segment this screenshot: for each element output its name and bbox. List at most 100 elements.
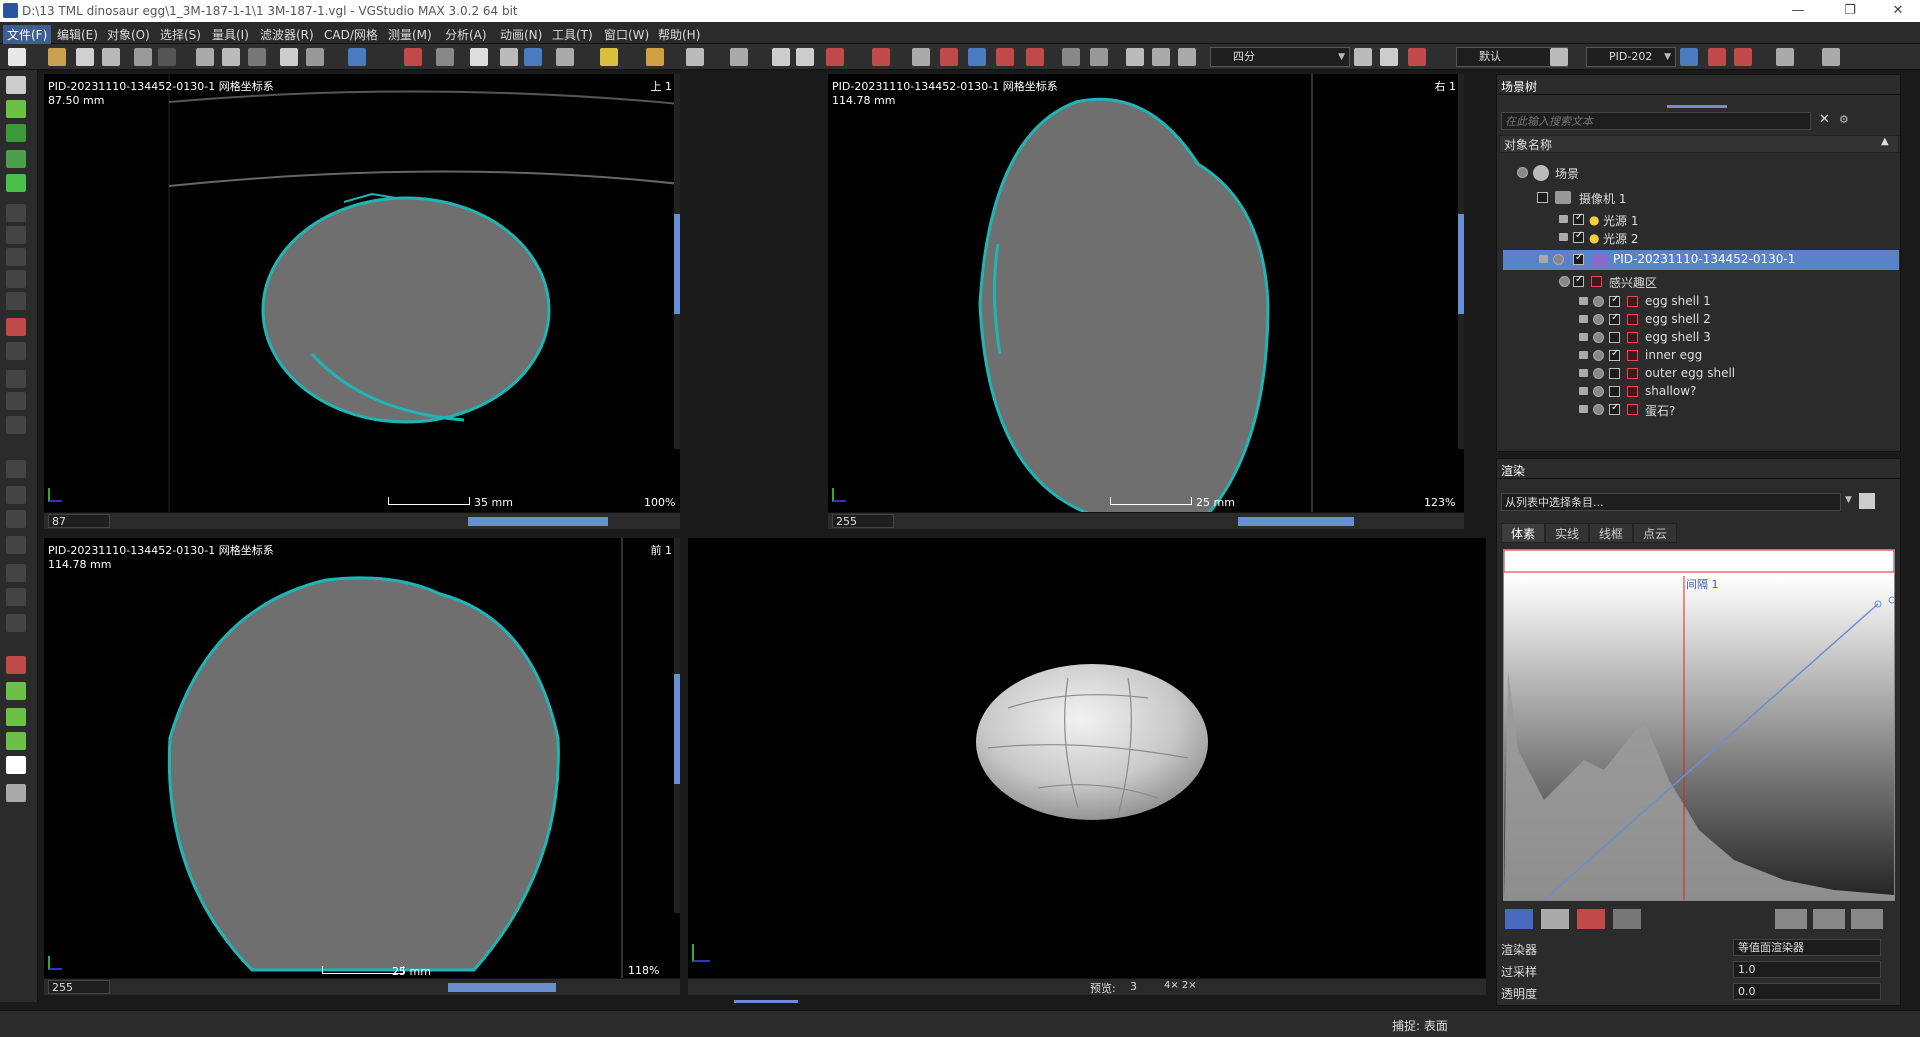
visibility-checkbox[interactable] [1537,192,1548,203]
cube-icon[interactable] [912,48,930,66]
settings-icon[interactable] [1822,48,1840,66]
split-view-icon[interactable] [1354,48,1372,66]
viewport-3d[interactable] [688,538,1486,978]
tree-item-volume[interactable]: PID-20231110-134452-0130-1 [1503,250,1899,270]
tool-icon[interactable] [6,270,26,288]
lock-icon[interactable] [1579,351,1588,359]
menu-cad-mesh[interactable]: CAD/网格 [320,25,382,44]
menu-measure[interactable]: 测量(M) [384,25,436,44]
visibility-icon[interactable] [1593,404,1604,415]
roi-tool-icon[interactable] [6,318,26,336]
rotate-icon[interactable] [280,48,298,66]
multiplier-label[interactable]: 4× 2× [1164,980,1197,991]
triangle-icon[interactable] [1408,48,1426,66]
object-select[interactable]: PID-202 ▼ [1586,47,1676,67]
slice-slider[interactable] [468,517,608,526]
copy-icon[interactable] [222,48,240,66]
render-preset-select[interactable]: 从列表中选择条目... [1501,493,1841,511]
visibility-checkbox[interactable] [1609,386,1620,397]
lock-icon[interactable] [1539,255,1548,263]
save-as-icon[interactable] [102,48,120,66]
list-icon[interactable] [1775,909,1807,929]
tool-icon[interactable] [6,342,26,360]
slice-slider[interactable] [448,983,556,992]
menu-window[interactable]: 窗口(W) [600,25,653,44]
marker-icon[interactable] [1026,48,1044,66]
visibility-icon[interactable] [1593,386,1604,397]
fill-icon[interactable] [6,732,26,750]
histogram-icon[interactable] [1126,48,1144,66]
menu-animation[interactable]: 动画(N) [496,25,546,44]
close-button[interactable]: ✕ [1878,2,1918,20]
visibility-checkbox[interactable] [1609,368,1620,379]
white-swatch-icon[interactable] [6,756,26,774]
column-header[interactable]: 对象名称 [1499,135,1899,153]
rect-select-icon[interactable] [6,124,26,142]
search-input[interactable]: 在此输入搜索文本 [1501,112,1811,130]
visibility-checkbox[interactable] [1573,274,1584,287]
distance-icon[interactable] [556,48,574,66]
menu-select[interactable]: 选择(S) [156,25,205,44]
select-tool-icon[interactable] [600,48,618,66]
light-icon[interactable] [646,48,664,66]
tree-item-scene[interactable]: 场景 [1503,165,1883,181]
tool-icon[interactable] [6,486,26,504]
tree-item-roi[interactable]: inner egg [1503,348,1883,364]
save-preset-icon[interactable] [1859,493,1875,509]
tool-icon[interactable] [6,226,26,244]
tree-item-camera[interactable]: 摄像机 1 [1503,190,1883,206]
tree-item-roi[interactable]: egg shell 1 [1503,294,1883,310]
sort-icon[interactable]: ▲ [1881,136,1889,147]
menu-object[interactable]: 对象(O) [103,25,154,44]
magic-wand-icon[interactable] [6,150,26,168]
gear-icon[interactable] [1090,48,1108,66]
swap-icon[interactable] [1851,909,1883,929]
cube-select-icon[interactable] [6,174,26,192]
tool-icon[interactable] [6,292,26,310]
preview-value[interactable]: 3 [1130,980,1137,993]
tree-item-roi[interactable]: 蛋石? [1503,402,1883,418]
tool-icon[interactable] [6,370,26,388]
visibility-checkbox[interactable] [1609,312,1620,325]
measure-icon[interactable] [404,48,422,66]
gradient-icon[interactable] [1613,909,1641,929]
roi-icon[interactable] [1734,48,1752,66]
tool-icon[interactable] [6,204,26,222]
single-view-icon[interactable] [1380,48,1398,66]
paste-icon[interactable] [248,48,266,66]
visibility-icon[interactable] [1559,276,1570,287]
visibility-icon[interactable] [1517,167,1528,178]
slice-input[interactable]: 255 [832,514,894,528]
panel-resize-handle[interactable] [734,1000,798,1003]
visibility-icon[interactable] [1593,296,1604,307]
menu-help[interactable]: 帮助(H) [654,25,704,44]
save-icon[interactable] [76,48,94,66]
lock-icon[interactable] [1559,215,1568,223]
lock-icon[interactable] [1579,387,1588,395]
tree-item-roi-group[interactable]: 感兴趣区 [1503,274,1883,290]
visibility-checkbox[interactable] [1609,402,1620,415]
redo-icon[interactable] [158,48,176,66]
annotation-icon[interactable] [436,48,454,66]
visibility-checkbox[interactable] [1609,332,1620,343]
slice-slider[interactable] [1238,517,1354,526]
tool-icon[interactable] [6,510,26,528]
pin-icon[interactable] [1550,48,1568,66]
angle-icon[interactable] [730,48,748,66]
move-icon[interactable] [306,48,324,66]
menu-gauge[interactable]: 量具(I) [208,25,253,44]
tool-icon[interactable] [6,614,26,632]
restore-button[interactable]: ❐ [1830,2,1870,20]
viewport-right[interactable]: PID-20231110-134452-0130-1 网格坐标系 114.78 … [828,74,1464,512]
lock-icon[interactable] [1559,233,1568,241]
pointer-icon[interactable] [6,76,26,94]
tree-item-roi[interactable]: egg shell 2 [1503,312,1883,328]
tab-solid[interactable]: 实线 [1545,523,1589,543]
visibility-icon[interactable] [1593,350,1604,361]
undo-icon[interactable] [134,48,152,66]
lock-icon[interactable] [1579,369,1588,377]
vertical-scrollbar[interactable] [674,538,680,913]
erase-icon[interactable] [6,656,26,674]
align-icon[interactable] [772,48,790,66]
lock-icon[interactable] [1579,315,1588,323]
